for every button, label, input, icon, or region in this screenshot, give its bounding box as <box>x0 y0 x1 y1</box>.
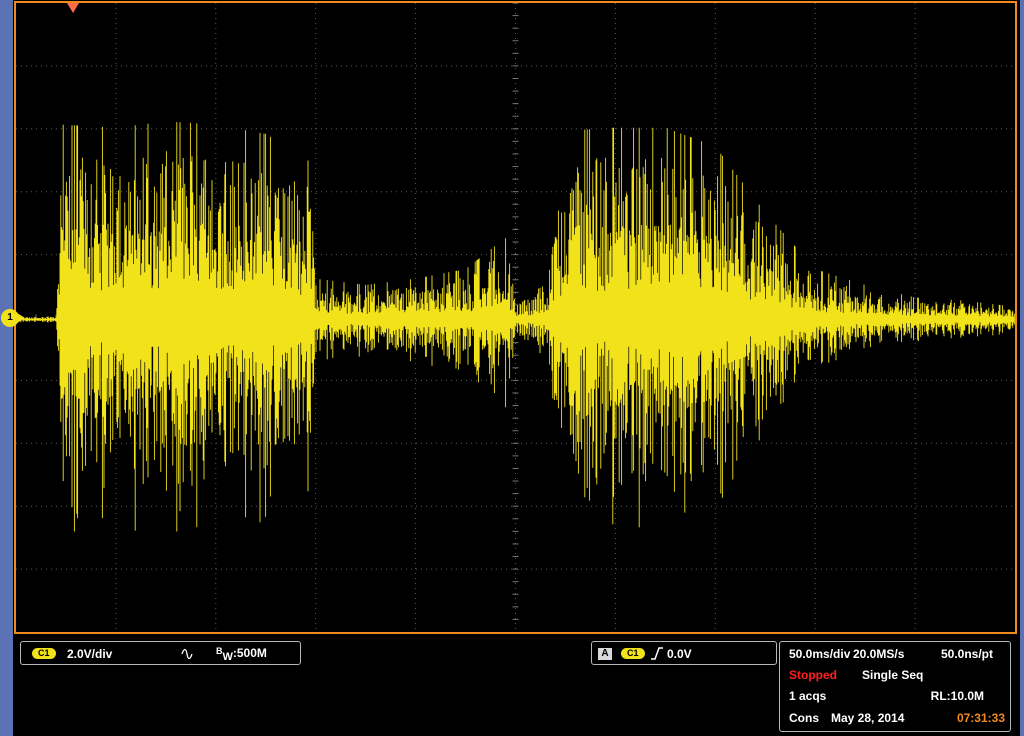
channel-1-ground-arrow-icon <box>17 313 25 323</box>
trigger-level: 0.0V <box>667 647 692 661</box>
bandwidth-label: BW:500M <box>216 646 267 663</box>
channel-1-badge: C1 <box>32 648 56 659</box>
ac-sine-icon <box>181 648 193 660</box>
timebase: 50.0ms/div <box>789 647 851 661</box>
trigger-settings-panel[interactable]: A C1 0.0V <box>591 641 777 665</box>
time-resolution: 50.0ns/pt <box>940 647 993 661</box>
channel-1-settings-panel[interactable]: C1 2.0V/div BW:500M <box>20 641 301 665</box>
trigger-position-marker[interactable] <box>67 3 79 13</box>
date: May 28, 2014 <box>831 711 905 725</box>
acquisition-status-panel[interactable]: 50.0ms/div 20.0MS/s 50.0ns/pt Stopped Si… <box>779 641 1011 732</box>
channel-1-scale: 2.0V/div <box>67 647 113 661</box>
record-length: RL:10.0M <box>930 689 984 703</box>
clock-time: 07:31:33 <box>956 711 1005 725</box>
waveform-display[interactable] <box>14 1 1017 634</box>
channel-1-marker-label: 1 <box>7 312 13 323</box>
acquisition-state: Stopped <box>789 668 837 682</box>
left-side-strip <box>0 0 13 736</box>
sample-rate: 20.0MS/s <box>853 647 905 661</box>
acquisition-mode: Single Seq <box>862 668 924 682</box>
waveform-plot <box>16 3 1015 632</box>
bandwidth-value: :500M <box>232 646 267 660</box>
right-side-strip <box>1020 0 1024 736</box>
cons-label: Cons <box>789 711 819 725</box>
trigger-source-badge: C1 <box>621 648 645 659</box>
acquisition-count: 1 acqs <box>789 689 827 703</box>
rising-edge-icon <box>651 647 663 660</box>
trigger-mode-box: A <box>598 648 612 660</box>
bandwidth-sub: W <box>222 651 233 663</box>
bandwidth-prefix: B <box>216 646 223 656</box>
